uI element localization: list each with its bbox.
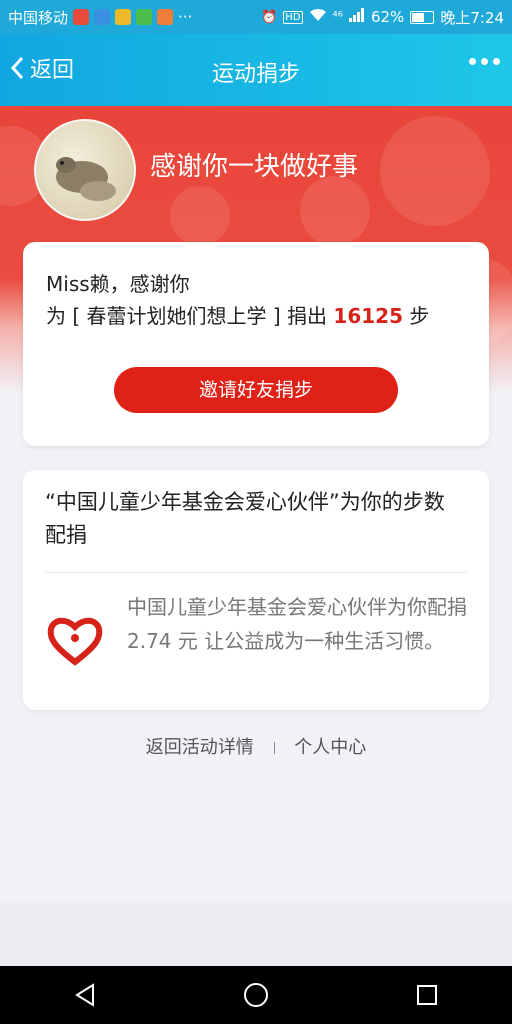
back-button[interactable]: 返回 bbox=[10, 52, 74, 84]
app-notification-icon bbox=[115, 9, 132, 25]
app-notification-icon bbox=[73, 9, 90, 25]
partner-description: 中国儿童少年基金会爱心伙伴为你配捐 2.74 元 让公益成为一种生活习惯。 bbox=[127, 595, 467, 653]
page-title: 运动捐步 bbox=[211, 62, 300, 87]
network-type-label: ⁴⁶ bbox=[332, 9, 343, 25]
greeting-text: Miss赖，感谢你 bbox=[46, 272, 190, 296]
divider bbox=[45, 572, 467, 573]
system-nav-bar bbox=[0, 966, 512, 1024]
chevron-left-icon bbox=[10, 56, 24, 80]
step-count: 16125 bbox=[333, 304, 403, 328]
partner-heading: “中国儿童少年基金会爱心伙伴”为你的步数配捐 bbox=[45, 490, 445, 547]
battery-icon bbox=[410, 10, 435, 24]
more-notifications-dots: ··· bbox=[178, 8, 193, 26]
alarm-icon: ⏰ bbox=[261, 9, 278, 25]
status-bar: 中国移动 ··· ⏰ HD ⁴⁶ 62% 晚上7:24 bbox=[0, 0, 512, 34]
back-triangle-icon[interactable] bbox=[65, 975, 105, 1015]
partner-card: “中国儿童少年基金会爱心伙伴”为你的步数配捐 中国儿童少年基金会爱心伙伴为你配捐… bbox=[23, 470, 489, 710]
clock: 晚上7:24 bbox=[440, 8, 504, 27]
recents-square-icon[interactable] bbox=[407, 975, 447, 1015]
wifi-icon bbox=[309, 8, 327, 26]
personal-center-link[interactable]: 个人中心 bbox=[294, 737, 366, 758]
avatar bbox=[34, 119, 136, 221]
back-label: 返回 bbox=[30, 58, 75, 83]
nav-bar: 返回 运动捐步 bbox=[0, 34, 512, 106]
link-separator bbox=[273, 742, 275, 754]
app-notification-icon bbox=[157, 9, 174, 25]
donation-card: Miss赖，感谢你 为 [ 春蕾计划她们想上学 ] 捐出 16125 步 邀请好… bbox=[23, 242, 489, 446]
back-to-activity-link[interactable]: 返回活动详情 bbox=[146, 737, 254, 758]
app-notification-icon bbox=[94, 9, 111, 25]
thanks-heading: 感谢你一块做好事 bbox=[150, 152, 359, 182]
battery-percent: 62% bbox=[370, 8, 405, 26]
carrier-label: 中国移动 bbox=[8, 8, 69, 27]
bottom-band bbox=[0, 903, 512, 966]
donation-summary: 为 [ 春蕾计划她们想上学 ] 捐出 16125 步 bbox=[46, 300, 429, 329]
home-circle-icon[interactable] bbox=[236, 975, 276, 1015]
more-dots-icon[interactable] bbox=[469, 58, 500, 65]
invite-friends-button[interactable]: 邀请好友捐步 bbox=[114, 367, 398, 413]
footer-links: 返回活动详情 个人中心 bbox=[0, 733, 512, 759]
heart-logo-icon bbox=[47, 617, 103, 666]
donation-prefix: 为 [ 春蕾计划她们想上学 ] 捐出 bbox=[46, 304, 334, 328]
app-notification-icon bbox=[136, 9, 153, 25]
signal-icon bbox=[348, 8, 365, 26]
donation-suffix: 步 bbox=[403, 304, 430, 328]
hd-icon: HD bbox=[283, 10, 303, 24]
